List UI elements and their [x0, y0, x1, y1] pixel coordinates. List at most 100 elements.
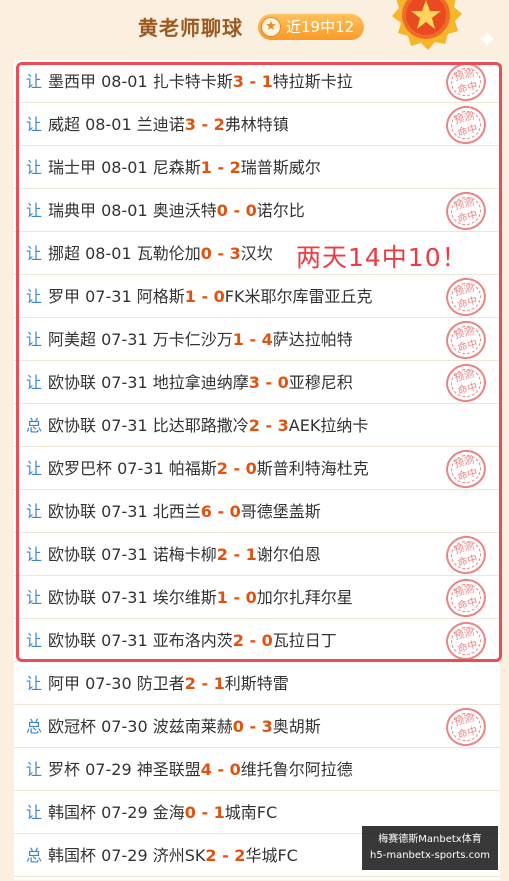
list-item[interactable]: 让欧协联 07-31 北西兰6 - 0哥德堡盖斯 — [14, 490, 500, 533]
list-item[interactable]: 让欧协联 07-31 诺梅卡柳2 - 1谢尔伯恩 预测 命中 — [14, 531, 500, 579]
away-team: 亚穆尼积 — [288, 373, 353, 392]
home-team: 波兹南莱赫 — [152, 717, 233, 736]
home-team: 阿格斯 — [136, 287, 185, 306]
home-score: 0 — [200, 244, 212, 263]
match-date: 08-01 — [101, 158, 148, 177]
hit-stamp-icon: 预测 命中 — [441, 187, 491, 235]
away-score: 4 — [261, 330, 273, 349]
home-team: 埃尔维斯 — [152, 588, 217, 607]
home-team: 亚布洛内茨 — [152, 631, 233, 650]
match-type-tag: 让 — [26, 72, 43, 91]
away-team: 城南FC — [224, 803, 278, 822]
away-score: 1 — [213, 674, 225, 693]
match-date: 07-31 — [117, 459, 164, 478]
away-score: 3 — [277, 416, 289, 435]
league-name: 墨西甲 — [48, 72, 97, 91]
list-item[interactable]: 总欧协联 07-31 比达耶路撒冷2 - 3AEK拉纳卡 — [14, 404, 500, 447]
stamp-text-bottom: 命中 — [456, 209, 479, 226]
list-item[interactable]: 让欧协联 07-31 埃尔维斯1 - 0加尔扎拜尔星 预测 命中 — [14, 574, 500, 622]
away-team: 瑞普斯威尔 — [240, 158, 321, 177]
home-score: 2 — [216, 459, 228, 478]
away-score: 0 — [245, 201, 257, 220]
hit-stamp-icon: 预测 命中 — [441, 101, 491, 149]
list-item[interactable]: 让瑞士甲 08-01 尼森斯1 - 2瑞普斯威尔 — [14, 146, 500, 189]
home-team: 神圣联盟 — [136, 760, 201, 779]
stamp-text-bottom: 命中 — [456, 725, 479, 742]
league-name: 欧协联 — [48, 502, 97, 521]
league-name: 威超 — [48, 115, 81, 134]
home-score: 1 — [184, 287, 196, 306]
league-name: 欧协联 — [48, 631, 97, 650]
away-team: FK米耶尔库雷亚丘克 — [224, 287, 373, 306]
home-team: 金海 — [152, 803, 185, 822]
hit-stamp-icon: 预测 命中 — [441, 574, 491, 622]
list-item[interactable]: 总欧冠杯 07-30 波兹南莱赫0 - 3奥胡斯 预测 命中 — [14, 703, 500, 751]
hit-stamp-icon: 预测 命中 — [441, 617, 491, 665]
away-score: 1 — [245, 545, 257, 564]
away-team: 华城FC — [245, 846, 298, 865]
list-item[interactable]: 让罗甲 07-31 阿格斯1 - 0FK米耶尔库雷亚丘克 预测 命中 — [14, 273, 500, 321]
away-team: 斯普利特海杜克 — [256, 459, 369, 478]
list-item[interactable]: 让阿甲 07-30 防卫者2 - 1利斯特雷 — [14, 662, 500, 705]
league-name: 欧冠杯 — [48, 717, 97, 736]
away-team: 利斯特雷 — [224, 674, 289, 693]
list-item[interactable]: 让欧协联 07-31 亚布洛内茨2 - 0瓦拉日丁 预测 命中 — [14, 617, 500, 665]
match-date: 08-01 — [101, 72, 148, 91]
annotation-text: 两天14中10！ — [296, 243, 468, 272]
watermark-line1: 梅赛德斯Manbetx体育 — [378, 834, 482, 845]
list-item[interactable]: 让罗杯 07-29 神圣联盟4 - 0维托鲁尔阿拉德 — [14, 748, 500, 791]
match-type-tag: 总 — [26, 846, 43, 865]
stamp-text-top: 预测 — [453, 196, 476, 213]
home-score: 2 — [184, 674, 196, 693]
list-item[interactable]: 让墨西甲 08-01 扎卡特卡斯3 - 1特拉斯卡拉 预测 命中 — [14, 58, 500, 106]
home-score: 2 — [232, 631, 244, 650]
list-item[interactable]: 让威超 08-01 兰迪诺3 - 2弗林特镇 预测 命中 — [14, 101, 500, 149]
home-team: 扎卡特卡斯 — [152, 72, 233, 91]
league-name: 罗甲 — [48, 287, 81, 306]
away-team: 特拉斯卡拉 — [272, 72, 353, 91]
home-score: 2 — [248, 416, 260, 435]
home-score: 4 — [200, 760, 212, 779]
away-team: AEK拉纳卡 — [288, 416, 369, 435]
match-type-tag: 总 — [26, 717, 43, 736]
league-name: 欧协联 — [48, 373, 97, 392]
match-type-tag: 让 — [26, 330, 43, 349]
away-score: 2 — [234, 846, 246, 865]
stamp-text-bottom: 命中 — [456, 295, 479, 312]
home-score: 0 — [184, 803, 196, 822]
league-name: 欧协联 — [48, 416, 97, 435]
away-team: 哥德堡盖斯 — [240, 502, 321, 521]
match-date: 07-31 — [101, 330, 148, 349]
list-item[interactable]: 让欧协联 07-31 地拉拿迪纳摩3 - 0亚穆尼积 预测 命中 — [14, 359, 500, 407]
stamp-text-top: 预测 — [453, 626, 476, 643]
match-type-tag: 让 — [26, 115, 43, 134]
away-score: 0 — [261, 631, 273, 650]
list-item[interactable]: 让阿美超 07-31 万卡仁沙万1 - 4萨达拉帕特 预测 命中 — [14, 316, 500, 364]
list-item[interactable]: 让瑞典甲 08-01 奥迪沃特0 - 0诺尔比 预测 命中 — [14, 187, 500, 235]
league-name: 阿甲 — [48, 674, 81, 693]
away-score: 0 — [245, 459, 257, 478]
league-name: 瑞典甲 — [48, 201, 97, 220]
league-name: 韩国杯 — [48, 846, 97, 865]
match-type-tag: 让 — [26, 244, 43, 263]
stamp-text-bottom: 命中 — [456, 80, 479, 97]
match-type-tag: 让 — [26, 373, 43, 392]
match-date: 07-30 — [101, 717, 148, 736]
home-score: 0 — [216, 201, 228, 220]
match-type-tag: 让 — [26, 588, 43, 607]
home-score: 3 — [248, 373, 260, 392]
match-type-tag: 让 — [26, 502, 43, 521]
hit-stamp-icon: 预测 命中 — [441, 273, 491, 321]
score-separator: - — [243, 330, 262, 349]
match-date: 07-31 — [101, 631, 148, 650]
match-type-tag: 让 — [26, 631, 43, 650]
home-team: 比达耶路撒冷 — [152, 416, 249, 435]
list-item[interactable]: 让欧罗巴杯 07-31 帕福斯2 - 0斯普利特海杜克 预测 命中 — [14, 445, 500, 493]
watermark-line2: h5-manbetx-sports.com — [370, 850, 490, 861]
away-score: 0 — [213, 287, 225, 306]
match-date: 08-01 — [101, 201, 148, 220]
stamp-text-top: 预测 — [453, 368, 476, 385]
home-team: 万卡仁沙万 — [152, 330, 233, 349]
score-separator: - — [195, 803, 214, 822]
watermark: 梅赛德斯Manbetx体育 h5-manbetx-sports.com — [362, 826, 498, 870]
